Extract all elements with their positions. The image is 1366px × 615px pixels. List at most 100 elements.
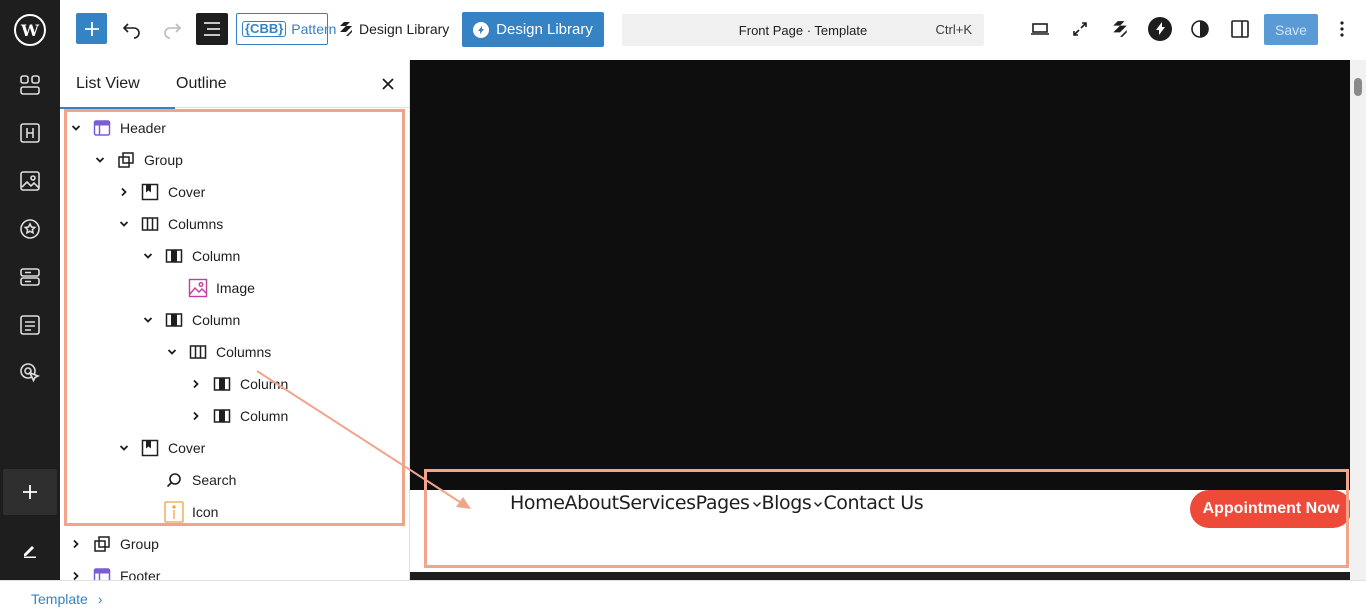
tree-row-group[interactable]: Group (68, 528, 159, 560)
breadcrumb-template[interactable]: Template (31, 591, 88, 607)
next-section-edge (410, 572, 1350, 580)
chevron-down-icon[interactable] (752, 498, 762, 512)
tree-row-cover[interactable]: Cover (116, 176, 205, 208)
list-doc-icon[interactable] (0, 305, 60, 345)
chevron-right-icon[interactable] (68, 536, 84, 552)
edit-pencil-icon[interactable] (0, 530, 60, 570)
tree-row-search[interactable]: Search (140, 464, 236, 496)
tree-row-header[interactable]: Header (68, 112, 166, 144)
tree-row-column[interactable]: Column (188, 368, 288, 400)
tree-row-group[interactable]: Group (92, 144, 183, 176)
nav-item-services[interactable]: Services (619, 492, 696, 516)
settings-sidebar-button[interactable] (1224, 13, 1256, 45)
tree-row-label: Footer (120, 568, 161, 580)
tree-row-label: Columns (168, 216, 224, 232)
tree-row-label: Icon (192, 504, 219, 520)
tree-row-footer[interactable]: Footer (68, 560, 160, 580)
command-palette-bar[interactable]: Front Page · Template Ctrl+K (622, 14, 984, 46)
document-title: Front Page · Template (738, 23, 868, 38)
chevron-right-icon[interactable] (188, 376, 204, 392)
column-icon (164, 310, 184, 330)
chevron-down-icon[interactable] (140, 312, 156, 328)
nav-item-about[interactable]: About (565, 492, 620, 516)
design-library-plain-label: Design Library (359, 21, 450, 37)
tree-row-column[interactable]: Column (188, 400, 288, 432)
stackable-panel-button[interactable] (1144, 13, 1176, 45)
appointment-button[interactable]: Appointment Now (1190, 490, 1352, 528)
nav-item-label: Pages (695, 492, 750, 514)
stackable-logo-icon (340, 22, 352, 36)
contrast-icon (1191, 20, 1209, 38)
editor-canvas[interactable]: Home About Services Pages Blogs Contact Us Ap… (410, 60, 1366, 580)
tab-outline[interactable]: Outline (176, 60, 227, 108)
chevron-right-icon[interactable] (188, 408, 204, 424)
scrollbar-thumb[interactable] (1354, 78, 1362, 96)
undo-button[interactable] (116, 13, 148, 45)
tab-list-view[interactable]: List View (60, 60, 175, 109)
plus-icon (84, 21, 99, 36)
tree-row-label: Column (192, 248, 241, 264)
fullscreen-button[interactable] (1064, 13, 1096, 45)
chevron-right-icon[interactable] (68, 568, 84, 580)
redo-button[interactable] (156, 13, 188, 45)
nav-item-home[interactable]: Home (510, 492, 565, 516)
nav-item-label: Home (510, 492, 565, 514)
stackable-settings-button[interactable] (1104, 13, 1136, 45)
undo-icon (122, 23, 140, 39)
breadcrumb-bar: Template › (0, 580, 1366, 615)
options-button[interactable] (1326, 13, 1358, 45)
header-cover-area[interactable] (410, 60, 1350, 490)
tree-row-label: Columns (216, 344, 272, 360)
template-part-icon (92, 566, 112, 580)
chevron-down-icon[interactable] (140, 248, 156, 264)
navigation-menu[interactable]: Home About Services Pages Blogs Contact Us (510, 492, 924, 516)
tree-row-label: Group (120, 536, 159, 552)
nav-item-blogs[interactable]: Blogs (762, 492, 824, 516)
panel-tabs: List View Outline (60, 60, 409, 109)
chevron-down-icon[interactable] (68, 120, 84, 136)
badge-star-icon[interactable] (0, 209, 60, 249)
tree-row-columns[interactable]: Columns (164, 336, 271, 368)
chevron-down-icon[interactable] (116, 216, 132, 232)
canvas-scrollbar[interactable] (1350, 60, 1366, 580)
image-icon[interactable] (0, 161, 60, 201)
tree-row-icon[interactable]: Icon (140, 496, 218, 528)
nav-item-contact-us[interactable]: Contact Us (823, 492, 923, 516)
tree-row-label: Group (144, 152, 183, 168)
device-preview-button[interactable] (1024, 13, 1056, 45)
breadcrumb[interactable]: Template › (31, 591, 102, 607)
tree-row-cover[interactable]: Cover (116, 432, 205, 464)
stack-layout-icon[interactable] (0, 257, 60, 297)
heading-icon[interactable] (0, 113, 60, 153)
close-icon[interactable] (378, 74, 398, 94)
block-inserter-button[interactable] (76, 13, 107, 44)
grid-layout-icon[interactable] (0, 65, 60, 105)
chevron-down-icon[interactable] (92, 152, 108, 168)
stackable-badge-icon (473, 21, 490, 38)
tree-row-image[interactable]: Image (164, 272, 255, 304)
nav-item-label: Services (618, 492, 696, 514)
save-button[interactable]: Save (1264, 14, 1318, 45)
pointer-target-icon[interactable] (0, 353, 60, 393)
tree-row-columns[interactable]: Columns (116, 208, 223, 240)
wordpress-logo-icon[interactable]: W (0, 10, 60, 50)
tree-row-column[interactable]: Column (140, 304, 240, 336)
stackable-logo-icon (1113, 21, 1127, 37)
pattern-button[interactable]: {CBB} Pattern (236, 13, 336, 45)
design-library-plain-button[interactable]: Design Library (338, 13, 449, 45)
list-view-toggle-button[interactable] (196, 13, 228, 45)
tree-row-label: Column (240, 408, 289, 424)
tree-row-column[interactable]: Column (140, 240, 240, 272)
column-icon (164, 246, 184, 266)
add-icon[interactable] (3, 469, 57, 515)
chevron-down-icon[interactable] (164, 344, 180, 360)
icon-block-icon (164, 501, 184, 523)
design-library-button[interactable]: Design Library (462, 12, 604, 47)
pattern-label: Pattern (291, 21, 337, 37)
breadcrumb-separator: › (97, 591, 103, 607)
chevron-down-icon[interactable] (116, 440, 132, 456)
chevron-right-icon[interactable] (116, 184, 132, 200)
styles-button[interactable] (1184, 13, 1216, 45)
chevron-down-icon[interactable] (813, 498, 823, 512)
nav-item-pages[interactable]: Pages (696, 492, 762, 516)
